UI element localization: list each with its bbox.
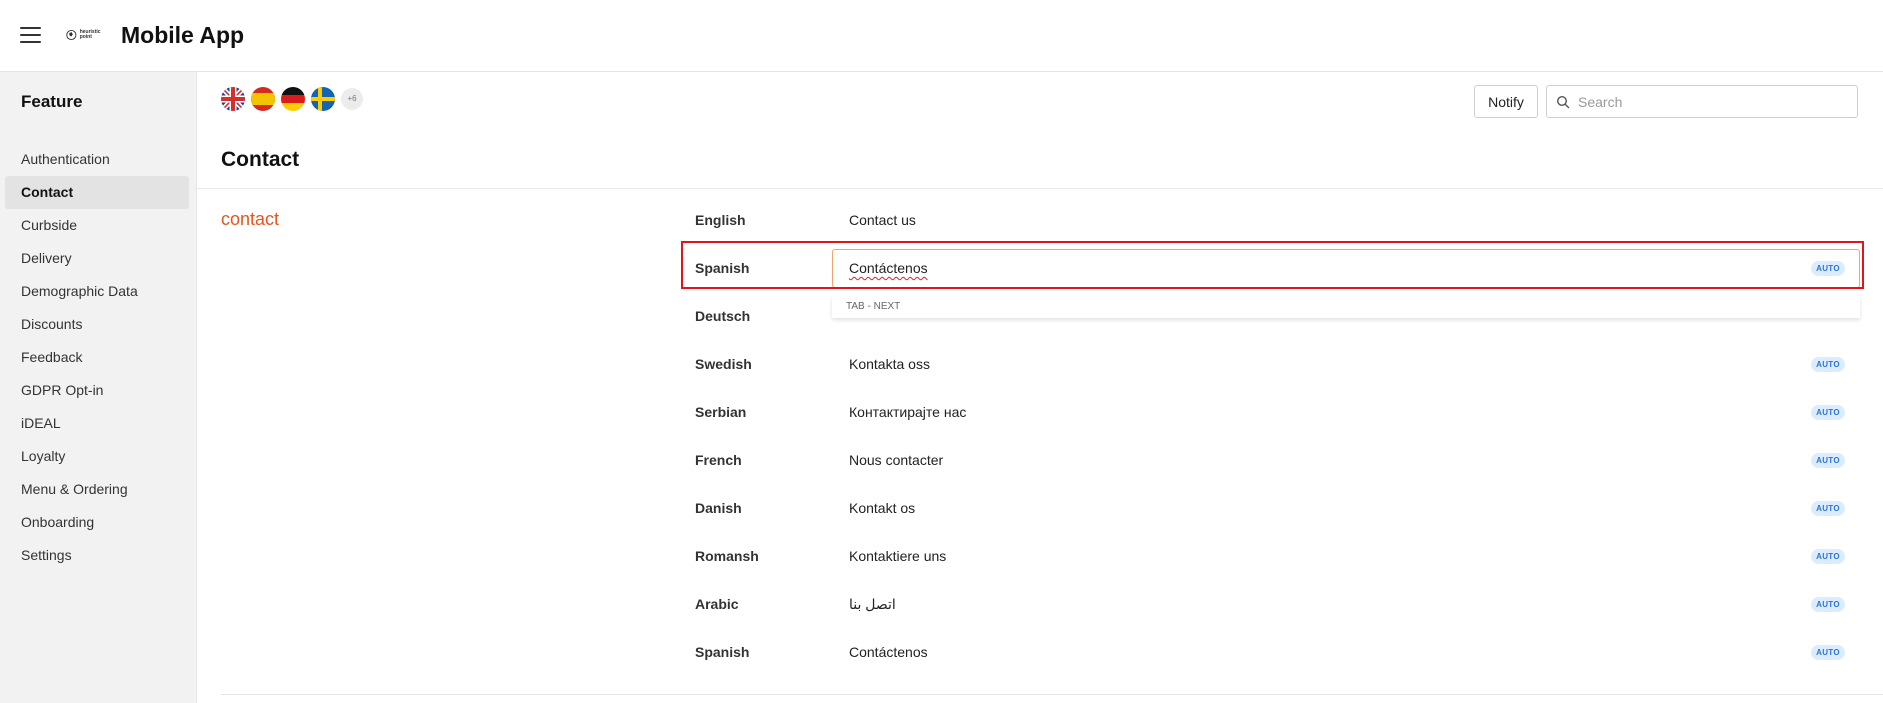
- tab-next-hint: TAB - NEXT: [832, 296, 1860, 318]
- language-label: Danish: [695, 500, 742, 516]
- translation-row-danish[interactable]: Danish Kontakt os AUTO: [197, 484, 1883, 532]
- auto-badge: AUTO: [1811, 645, 1845, 660]
- more-languages-badge[interactable]: +6: [341, 88, 363, 110]
- language-label: Arabic: [695, 596, 739, 612]
- sidebar-item-ideal[interactable]: iDEAL: [5, 407, 189, 440]
- language-label: Spanish: [695, 644, 750, 660]
- sidebar-item-onboarding[interactable]: Onboarding: [5, 506, 189, 539]
- translation-value[interactable]: Contáctenos: [849, 628, 928, 676]
- language-label: Serbian: [695, 404, 747, 420]
- sidebar-list: Authentication Contact Curbside Delivery…: [5, 143, 189, 572]
- language-label: Deutsch: [695, 308, 751, 324]
- auto-badge: AUTO: [1811, 597, 1845, 612]
- sidebar-item-gdpr-opt-in[interactable]: GDPR Opt-in: [5, 374, 189, 407]
- translation-row-spanish[interactable]: Spanish Contáctenos AUTO: [197, 628, 1883, 676]
- language-flags: +6: [221, 87, 363, 111]
- auto-badge: AUTO: [1811, 453, 1845, 468]
- search-input[interactable]: [1578, 87, 1853, 116]
- language-label: Swedish: [695, 356, 752, 372]
- translation-value[interactable]: Kontaktiere uns: [849, 532, 946, 580]
- search-box[interactable]: [1546, 85, 1858, 118]
- sidebar-item-demographic-data[interactable]: Demographic Data: [5, 275, 189, 308]
- sidebar-item-curbside[interactable]: Curbside: [5, 209, 189, 242]
- sidebar-item-delivery[interactable]: Delivery: [5, 242, 189, 275]
- translation-row-arabic[interactable]: Arabic اتصل بنا AUTO: [197, 580, 1883, 628]
- language-label: English: [695, 212, 746, 228]
- page-title: Contact: [221, 148, 300, 171]
- auto-badge: AUTO: [1811, 261, 1845, 276]
- sidebar-item-authentication[interactable]: Authentication: [5, 143, 189, 176]
- hamburger-menu-icon[interactable]: [20, 27, 41, 44]
- translation-value[interactable]: Contáctenos: [849, 250, 928, 287]
- language-label: French: [695, 452, 742, 468]
- translation-value[interactable]: Contact us: [849, 196, 916, 244]
- translation-row-french[interactable]: French Nous contacter AUTO: [197, 436, 1883, 484]
- logo: heuristic point: [66, 26, 106, 44]
- germany-flag-icon[interactable]: [281, 87, 305, 111]
- sidebar-item-contact[interactable]: Contact: [5, 176, 189, 209]
- translation-value[interactable]: Контактирајте нас: [849, 388, 966, 436]
- translation-value[interactable]: اتصل بنا: [849, 580, 896, 628]
- main-content: +6 Notify Contact contact English Contac…: [197, 72, 1883, 703]
- auto-badge: AUTO: [1811, 501, 1845, 516]
- language-label: Spanish: [695, 260, 750, 276]
- globe-logo-icon: [66, 29, 77, 41]
- sidebar-heading: Feature: [21, 92, 83, 111]
- app-title: Mobile App: [121, 22, 245, 48]
- auto-badge: AUTO: [1811, 357, 1845, 372]
- logo-text: heuristic point: [79, 29, 101, 40]
- sidebar-item-settings[interactable]: Settings: [5, 539, 189, 572]
- translation-edit-field[interactable]: Contáctenos AUTO: [832, 249, 1860, 288]
- spain-flag-icon[interactable]: [251, 87, 275, 111]
- translation-row-serbian[interactable]: Serbian Контактирајте нас AUTO: [197, 388, 1883, 436]
- notify-button[interactable]: Notify: [1474, 85, 1538, 118]
- sidebar-item-menu-ordering[interactable]: Menu & Ordering: [5, 473, 189, 506]
- sweden-flag-icon[interactable]: [311, 87, 335, 111]
- translation-row-swedish[interactable]: Swedish Kontakta oss AUTO: [197, 340, 1883, 388]
- header-divider: [197, 188, 1883, 189]
- sidebar: Feature Authentication Contact Curbside …: [0, 72, 197, 703]
- language-label: Romansh: [695, 548, 759, 564]
- translation-row-english[interactable]: English Contact us: [197, 196, 1883, 244]
- translation-row-romansh[interactable]: Romansh Kontaktiere uns AUTO: [197, 532, 1883, 580]
- translation-value[interactable]: Nous contacter: [849, 436, 943, 484]
- search-icon: [1556, 95, 1570, 109]
- translation-value[interactable]: Kontakt os: [849, 484, 915, 532]
- top-bar: heuristic point Mobile App: [0, 0, 1883, 72]
- auto-badge: AUTO: [1811, 549, 1845, 564]
- bottom-divider: [221, 694, 1883, 695]
- auto-badge: AUTO: [1811, 405, 1845, 420]
- sidebar-item-loyalty[interactable]: Loyalty: [5, 440, 189, 473]
- sidebar-item-discounts[interactable]: Discounts: [5, 308, 189, 341]
- uk-flag-icon[interactable]: [221, 87, 245, 111]
- translation-row-spanish-editing[interactable]: Spanish Contáctenos AUTO: [197, 244, 1883, 292]
- translation-value[interactable]: Kontakta oss: [849, 340, 930, 388]
- sidebar-item-feedback[interactable]: Feedback: [5, 341, 189, 374]
- translation-list: English Contact us Spanish Contáctenos A…: [197, 196, 1883, 676]
